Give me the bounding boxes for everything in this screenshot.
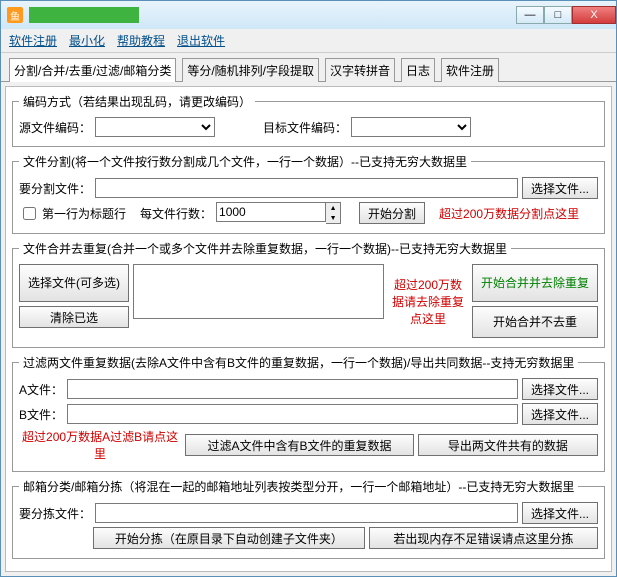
split-group: 文件分割(将一个文件按行数分割成几个文件，一行一个数据）--已支持无穷大数据里 … bbox=[12, 153, 605, 234]
menu-minimize[interactable]: 最小化 bbox=[69, 32, 105, 49]
file-b-choose-button[interactable]: 选择文件... bbox=[522, 403, 598, 425]
titlebar: 鱼 — □ X bbox=[1, 1, 616, 29]
filter-ab-button[interactable]: 过滤A文件中含有B文件的重复数据 bbox=[185, 434, 414, 456]
merge-warn-link[interactable]: 超过200万数据请去除重复点这里 bbox=[388, 276, 468, 327]
mail-choose-button[interactable]: 选择文件... bbox=[522, 502, 598, 524]
merge-legend: 文件合并去重复(合并一个或多个文件并去除重复数据，一行一个数据)--已支持无穷大… bbox=[19, 240, 511, 257]
merge-dedup-button[interactable]: 开始合并并去除重复 bbox=[472, 264, 598, 302]
export-common-button[interactable]: 导出两文件共有的数据 bbox=[418, 434, 598, 456]
mail-legend: 邮箱分类/邮箱分拣（将混在一起的邮箱地址列表按类型分开，一行一个邮箱地址）--已… bbox=[19, 478, 578, 495]
file-a-input[interactable] bbox=[67, 379, 518, 399]
file-a-label: A文件： bbox=[19, 381, 63, 398]
filter-warn-link[interactable]: 超过200万数据A过滤B请点这里 bbox=[19, 428, 181, 462]
encoding-legend: 编码方式（若结果出现乱码，请更改编码） bbox=[19, 93, 255, 110]
mail-file-label: 要分拣文件： bbox=[19, 505, 91, 522]
split-warn-link[interactable]: 超过200万数据分割点这里 bbox=[439, 205, 579, 222]
per-file-label: 每文件行数： bbox=[140, 205, 212, 222]
menubar: 软件注册 最小化 帮助教程 退出软件 bbox=[1, 29, 616, 53]
start-split-button[interactable]: 开始分割 bbox=[359, 202, 425, 224]
split-file-label: 要分割文件： bbox=[19, 180, 91, 197]
split-choose-button[interactable]: 选择文件... bbox=[522, 177, 598, 199]
merge-choose-button[interactable]: 选择文件(可多选) bbox=[19, 264, 129, 302]
filter-legend: 过滤两文件重复数据(去除A文件中含有B文件的重复数据，一行一个数据)/导出共同数… bbox=[19, 354, 578, 371]
minimize-button[interactable]: — bbox=[516, 6, 544, 24]
dst-encoding-label: 目标文件编码： bbox=[263, 119, 347, 136]
split-file-input[interactable] bbox=[95, 178, 518, 198]
file-b-label: B文件： bbox=[19, 406, 63, 423]
per-file-input[interactable] bbox=[216, 202, 326, 222]
tab-log[interactable]: 日志 bbox=[401, 58, 435, 82]
maximize-button[interactable]: □ bbox=[544, 6, 572, 24]
filter-group: 过滤两文件重复数据(去除A文件中含有B文件的重复数据，一行一个数据)/导出共同数… bbox=[12, 354, 605, 472]
split-legend: 文件分割(将一个文件按行数分割成几个文件，一行一个数据）--已支持无穷大数据里 bbox=[19, 153, 471, 170]
src-encoding-select[interactable] bbox=[95, 117, 215, 137]
tab-register[interactable]: 软件注册 bbox=[441, 58, 499, 82]
merge-group: 文件合并去重复(合并一个或多个文件并去除重复数据，一行一个数据)--已支持无穷大… bbox=[12, 240, 605, 348]
src-encoding-label: 源文件编码： bbox=[19, 119, 91, 136]
merge-clear-button[interactable]: 清除已选 bbox=[19, 306, 129, 328]
tabbar: 分割/合并/去重/过滤/邮箱分类 等分/随机排列/字段提取 汉字转拼音 日志 软… bbox=[1, 53, 616, 82]
merge-nodedup-button[interactable]: 开始合并不去重 bbox=[472, 306, 598, 338]
spin-up-icon[interactable]: ▲ bbox=[326, 203, 340, 213]
content-panel: 编码方式（若结果出现乱码，请更改编码） 源文件编码： 目标文件编码： 文件分割(… bbox=[5, 86, 612, 572]
file-a-choose-button[interactable]: 选择文件... bbox=[522, 378, 598, 400]
file-b-input[interactable] bbox=[67, 404, 518, 424]
mail-file-input[interactable] bbox=[95, 503, 518, 523]
header-row-label: 第一行为标题行 bbox=[42, 205, 126, 222]
title-hidden bbox=[29, 7, 139, 23]
menu-help[interactable]: 帮助教程 bbox=[117, 32, 165, 49]
menu-register[interactable]: 软件注册 bbox=[9, 32, 57, 49]
encoding-group: 编码方式（若结果出现乱码，请更改编码） 源文件编码： 目标文件编码： bbox=[12, 93, 605, 147]
tab-split-merge[interactable]: 分割/合并/去重/过滤/邮箱分类 bbox=[9, 58, 176, 82]
merge-file-list[interactable] bbox=[133, 264, 384, 319]
spin-down-icon[interactable]: ▼ bbox=[326, 213, 340, 223]
mail-group: 邮箱分类/邮箱分拣（将混在一起的邮箱地址列表按类型分开，一行一个邮箱地址）--已… bbox=[12, 478, 605, 559]
dst-encoding-select[interactable] bbox=[351, 117, 471, 137]
tab-pinyin[interactable]: 汉字转拼音 bbox=[325, 58, 395, 82]
app-icon: 鱼 bbox=[7, 7, 23, 23]
tab-equal-split[interactable]: 等分/随机排列/字段提取 bbox=[182, 58, 319, 82]
mail-start-button[interactable]: 开始分拣（在原目录下自动创建子文件夹） bbox=[93, 527, 365, 549]
mail-oom-button[interactable]: 若出现内存不足错误请点这里分拣 bbox=[369, 527, 598, 549]
header-row-checkbox[interactable] bbox=[23, 207, 36, 220]
close-button[interactable]: X bbox=[572, 6, 616, 24]
menu-exit[interactable]: 退出软件 bbox=[177, 32, 225, 49]
